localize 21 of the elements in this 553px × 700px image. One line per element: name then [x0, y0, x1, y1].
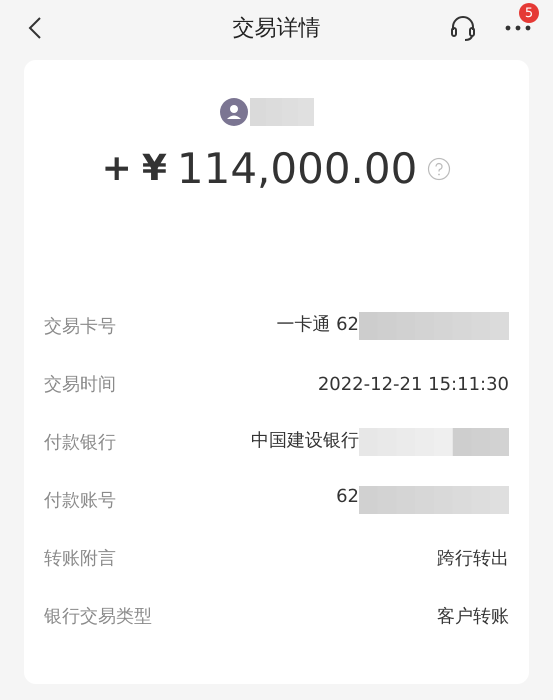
detail-value: 跨行转出 — [437, 547, 509, 570]
detail-label: 付款银行 — [44, 431, 116, 454]
notification-badge: 5 — [519, 3, 539, 23]
detail-label: 交易卡号 — [44, 315, 116, 338]
detail-label: 付款账号 — [44, 489, 116, 512]
page-title: 交易详情 — [232, 15, 320, 43]
avatar-icon — [220, 98, 248, 126]
detail-value: 2022-12-21 15:11:30 — [318, 374, 509, 394]
detail-label: 转账附言 — [44, 547, 116, 570]
detail-label: 银行交易类型 — [44, 605, 152, 628]
detail-value: 中国建设银行 — [251, 429, 359, 452]
back-icon[interactable] — [28, 16, 42, 40]
amount-sign: + — [102, 148, 132, 189]
detail-value: 62 — [336, 486, 359, 507]
detail-label: 交易时间 — [44, 373, 116, 396]
detail-value: 一卡通 62 — [276, 313, 359, 336]
more-icon[interactable] — [505, 25, 531, 31]
currency-symbol: ¥ — [142, 148, 167, 189]
headset-icon[interactable] — [449, 14, 477, 42]
detail-value: 客户转账 — [437, 605, 509, 628]
amount-value: 114,000.00 — [176, 144, 418, 193]
